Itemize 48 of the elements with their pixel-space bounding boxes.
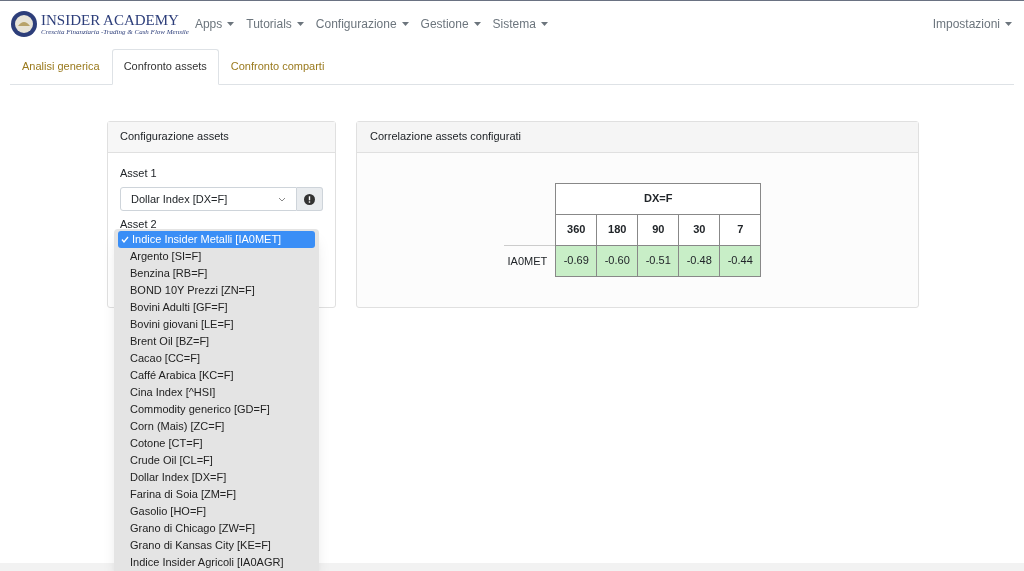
menu-item[interactable]: Tutorials bbox=[246, 15, 304, 33]
settings-menu[interactable]: Impostazioni bbox=[932, 15, 1012, 33]
caret-icon bbox=[227, 22, 235, 26]
dropdown-option[interactable]: Corn (Mais) [ZC=F] bbox=[118, 418, 315, 435]
dropdown-option[interactable]: Cina Index [^HSI] bbox=[118, 384, 315, 401]
caret-icon bbox=[1005, 22, 1012, 26]
dropdown-option[interactable]: Grano di Chicago [ZW=F] bbox=[118, 520, 315, 537]
dropdown-option[interactable]: Commodity generico [GD=F] bbox=[118, 401, 315, 418]
caret-icon bbox=[473, 22, 481, 26]
tab[interactable]: Confronto comparti bbox=[218, 49, 337, 84]
info-button[interactable] bbox=[297, 187, 323, 211]
alert-icon bbox=[304, 193, 315, 205]
chevron-icon bbox=[278, 196, 286, 202]
caret-icon bbox=[540, 22, 548, 26]
dropdown-option[interactable]: Cacao [CC=F] bbox=[118, 350, 315, 367]
table-cell: -0.69 bbox=[555, 245, 597, 276]
caret-icon bbox=[401, 22, 409, 26]
dropdown-option[interactable]: Brent Oil [BZ=F] bbox=[118, 333, 315, 350]
dropdown-option[interactable]: Argento [SI=F] bbox=[118, 248, 315, 265]
dropdown-option[interactable]: Farina di Soia [ZM=F] bbox=[118, 486, 315, 503]
tab[interactable]: Analisi generica bbox=[10, 49, 112, 84]
dropdown-option[interactable]: Caffé Arabica [KC=F] bbox=[118, 367, 315, 384]
dropdown-option[interactable]: Cotone [CT=F] bbox=[118, 435, 315, 452]
dropdown-option[interactable]: BOND 10Y Prezzi [ZN=F] bbox=[118, 282, 315, 299]
brand-name: INSIDER ACADEMY bbox=[41, 12, 180, 28]
check-icon bbox=[121, 236, 129, 243]
dropdown-option[interactable]: Crude Oil [CL=F] bbox=[118, 452, 315, 469]
tab[interactable]: Confronto assets bbox=[111, 49, 219, 85]
asset-select[interactable]: Dollar Index [DX=F] bbox=[120, 187, 297, 211]
menu-item[interactable]: Sistema bbox=[492, 15, 548, 33]
dropdown-option[interactable]: Bovini giovani [LE=F] bbox=[118, 316, 315, 333]
dropdown-option[interactable]: Grano di Kansas City [KE=F] bbox=[118, 537, 315, 554]
menu-item[interactable]: Configurazione bbox=[315, 15, 409, 33]
table-header-cell: 360 bbox=[555, 214, 597, 245]
dropdown-option[interactable]: Dollar Index [DX=F] bbox=[118, 469, 315, 486]
card-title: Configurazione assets bbox=[120, 129, 229, 145]
caret-icon bbox=[296, 22, 304, 26]
card-title: Correlazione assets configurati bbox=[370, 129, 522, 145]
logo-icon bbox=[10, 10, 38, 38]
field-label: Asset 1 bbox=[120, 165, 158, 181]
field-label: Asset 2 bbox=[120, 217, 158, 232]
menu-item[interactable]: Apps bbox=[194, 15, 235, 33]
dropdown-option[interactable]: Indice Insider Agricoli [IA0AGR] bbox=[118, 554, 315, 571]
menu-item[interactable]: Gestione bbox=[420, 15, 481, 33]
dropdown-option[interactable]: Gasolio [HO=F] bbox=[118, 503, 315, 520]
table-header-cell: DX=F bbox=[555, 183, 761, 214]
dropdown-option[interactable]: Benzina [RB=F] bbox=[118, 265, 315, 282]
dropdown-option[interactable]: Bovini Adulti [GF=F] bbox=[118, 299, 315, 316]
